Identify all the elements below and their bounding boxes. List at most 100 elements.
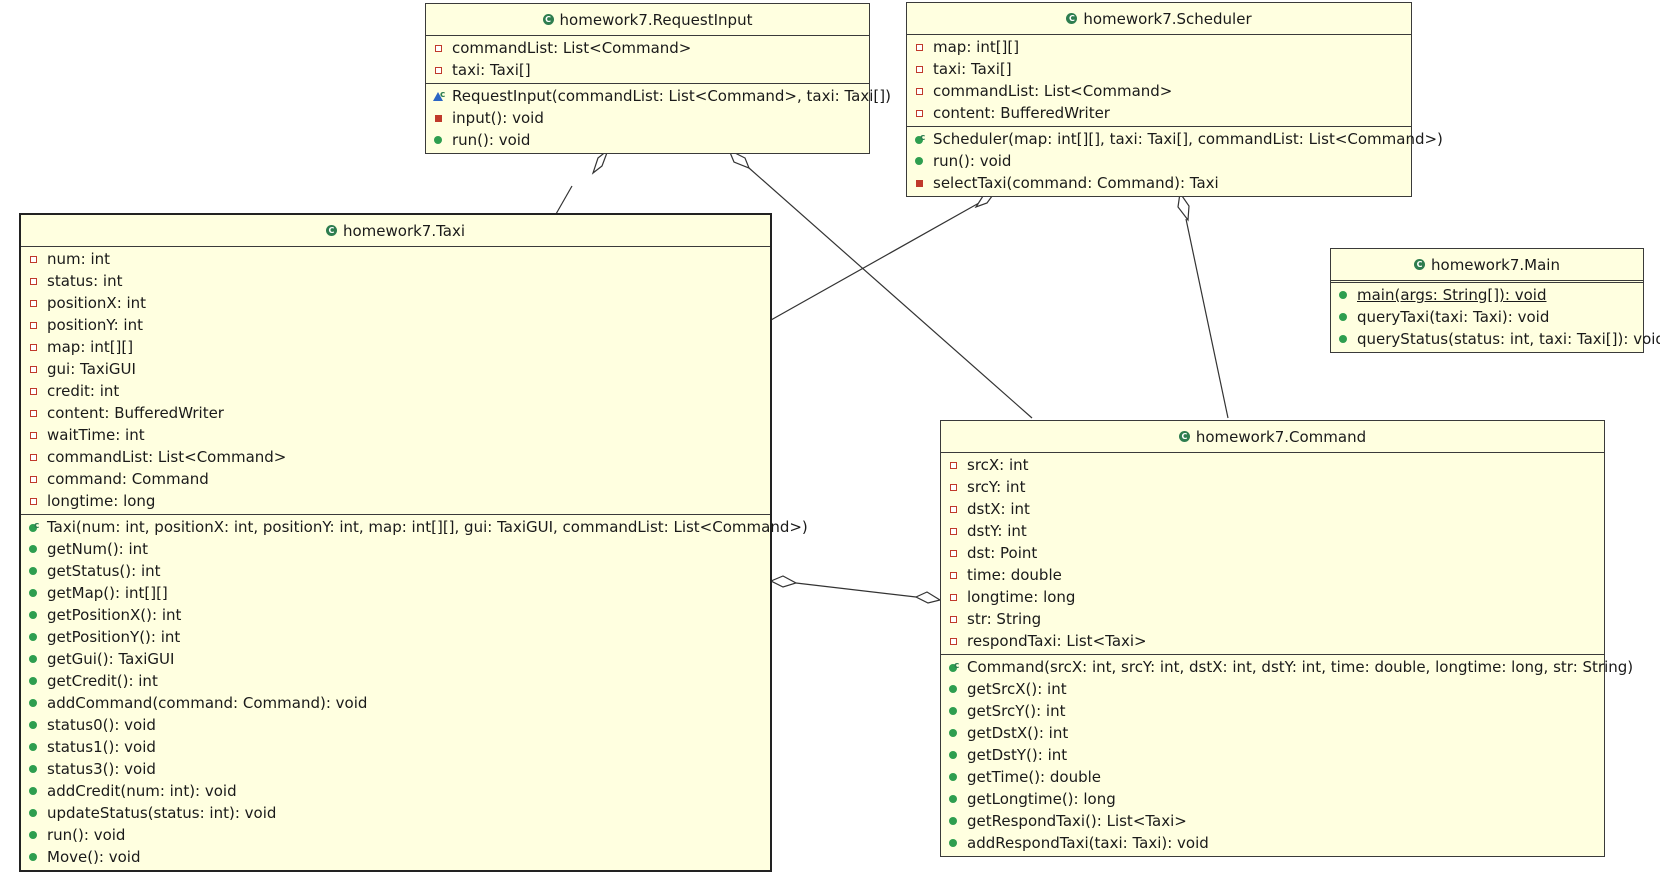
attribute: content: BufferedWriter [47,404,224,422]
private-field-icon [947,503,959,515]
public-method-icon [27,829,39,841]
public-method-icon [947,815,959,827]
link-scheduler-taxi [770,202,980,321]
aggregation-diamond [769,575,798,588]
class-command[interactable]: Chomework7.Command srcX: int srcY: int d… [940,420,1633,857]
private-field-icon [27,495,39,507]
class-name: homework7.Scheduler [1083,9,1252,28]
private-field-icon [913,85,925,97]
class-scheduler[interactable]: Chomework7.Scheduler map: int[][] taxi: … [906,2,1443,197]
public-method-icon [27,609,39,621]
operation: getSrcY(): int [967,702,1066,720]
public-method-icon [1337,311,1349,323]
public-method-icon [432,134,444,146]
operation: getCredit(): int [47,672,158,690]
operation: getTime(): double [967,768,1101,786]
private-method-icon [432,112,444,124]
operation: getDstX(): int [967,724,1069,742]
attribute: taxi: Taxi[] [452,61,531,79]
operation: updateStatus(status: int): void [47,804,277,822]
operation: status0(): void [47,716,156,734]
attribute: map: int[][] [47,338,134,356]
attribute: dst: Point [967,544,1038,562]
link-scheduler-command [1185,218,1229,419]
operation: getMap(): int[][] [47,584,168,602]
attribute: command: Command [47,470,209,488]
class-icon: C [325,225,337,236]
private-field-icon [947,635,959,647]
public-method-icon [947,771,959,783]
operation: Move(): void [47,848,141,866]
operations-section: Command(srcX: int, srcY: int, dstX: int,… [941,654,1633,856]
operation: getLongtime(): long [967,790,1116,808]
class-icon: C [1178,431,1190,442]
operation: input(): void [452,109,544,127]
attributes-section: commandList: List<Command> taxi: Taxi[] [426,36,869,83]
public-method-icon [947,727,959,739]
operation: Taxi(num: int, positionX: int, positionY… [47,518,808,536]
class-name: homework7.Taxi [342,221,466,240]
class-header: Chomework7.RequestInput [426,4,869,36]
private-field-icon [27,319,39,331]
operation: status1(): void [47,738,156,756]
public-method-icon [947,705,959,717]
attribute: respondTaxi: List<Taxi> [967,632,1147,650]
operation: getNum(): int [47,540,149,558]
attribute: dstY: int [967,522,1027,540]
operation: Command(srcX: int, srcY: int, dstX: int,… [967,658,1634,676]
public-constructor-icon [913,127,925,149]
attribute: longtime: long [967,588,1076,606]
class-icon: C [542,14,554,25]
class-main[interactable]: Chomework7.Main main(args: String[]): vo… [1330,248,1660,353]
private-field-icon [947,459,959,471]
public-method-icon [27,851,39,863]
private-field-icon [27,429,39,441]
operation: getRespondTaxi(): List<Taxi> [967,812,1187,830]
private-field-icon [913,41,925,53]
attribute: dstX: int [967,500,1030,518]
public-method-icon [27,587,39,599]
private-field-icon [947,613,959,625]
attribute: credit: int [47,382,120,400]
class-name: homework7.Main [1431,255,1560,274]
operation: queryStatus(status: int, taxi: Taxi[]): … [1357,330,1660,348]
private-method-icon [913,177,925,189]
attribute: str: String [967,610,1042,628]
operation: getStatus(): int [47,562,161,580]
private-field-icon [947,547,959,559]
public-constructor-icon [27,515,39,537]
private-field-icon [27,363,39,375]
public-method-icon [947,749,959,761]
class-taxi[interactable]: Chomework7.Taxi num: int status: int pos… [19,213,808,872]
public-method-icon [27,631,39,643]
operation: getDstY(): int [967,746,1068,764]
class-icon: C [1414,259,1426,270]
class-name: homework7.Command [1195,427,1367,446]
private-field-icon [27,297,39,309]
attribute: srcX: int [967,456,1029,474]
private-field-icon [27,275,39,287]
attribute: positionY: int [47,316,143,334]
attribute: content: BufferedWriter [933,104,1110,122]
attribute: gui: TaxiGUI [47,360,136,378]
attribute: commandList: List<Command> [47,448,287,466]
operation: main(args: String[]): void [1357,286,1547,304]
operation: addCommand(command: Command): void [47,694,368,712]
operation: run(): void [933,152,1012,170]
class-header: Chomework7.Taxi [21,215,770,247]
aggregation-diamond [914,591,942,604]
attributes-section: num: int status: int positionX: int posi… [21,247,770,514]
class-icon: C [1066,13,1078,24]
class-header: Chomework7.Scheduler [907,3,1411,35]
public-method-icon [27,763,39,775]
public-method-icon [27,807,39,819]
attribute: time: double [967,566,1062,584]
private-field-icon [27,451,39,463]
private-field-icon [27,473,39,485]
operations-section: main(args: String[]): void queryTaxi(tax… [1331,283,1660,352]
operation: status3(): void [47,760,156,778]
private-field-icon [913,107,925,119]
class-requestinput[interactable]: Chomework7.RequestInput commandList: Lis… [425,3,891,154]
private-field-icon [27,341,39,353]
public-method-icon [947,683,959,695]
